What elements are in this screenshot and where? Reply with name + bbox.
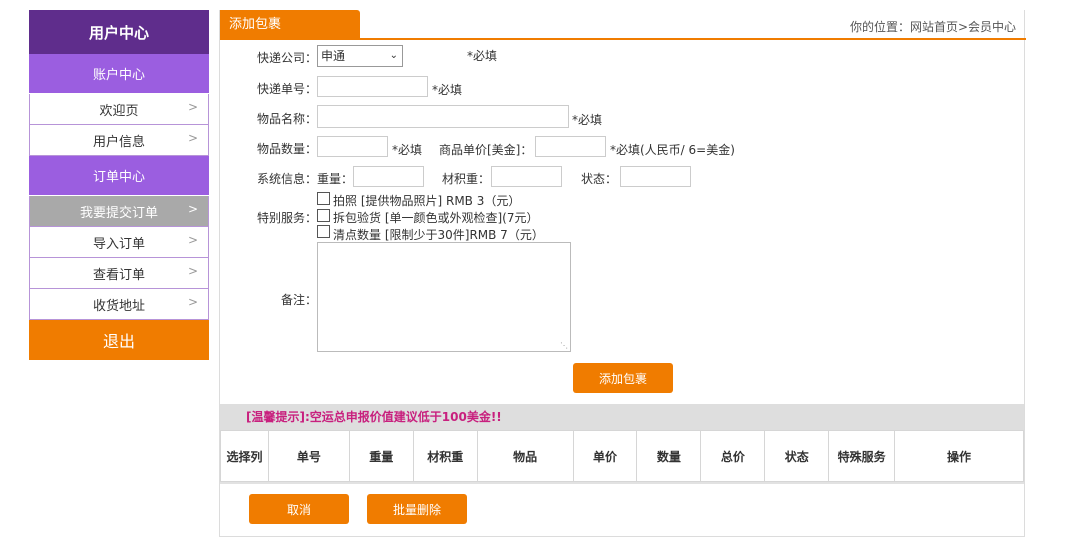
courier-select[interactable]: 申通 ⌄: [317, 45, 403, 67]
col-quantity: 数量: [636, 430, 702, 482]
breadcrumb: 你的位置：网站首页>会员中心: [849, 20, 1016, 34]
item-name-label: 物品名称：: [257, 112, 318, 126]
sidebar-item-label: 我要提交订单: [79, 205, 158, 221]
sidebar: 用户中心 账户中心 欢迎页 > 用户信息 > 订单中心 我要提交订单 > 导入订…: [29, 10, 209, 360]
notice-banner: [温馨提示]:空运总申报价值建议低于100美金!!: [220, 404, 1024, 430]
quantity-required: *必填: [392, 143, 423, 157]
service-photo-checkbox[interactable]: [317, 192, 330, 205]
col-tracking: 单号: [267, 430, 350, 482]
table-header-row: 选择列 单号 重量 材积重 物品 单价 数量 总价 状态 特殊服务 操作: [220, 430, 1024, 482]
sidebar-item-label: 导入订单: [92, 236, 145, 252]
sidebar-item-submit-order[interactable]: 我要提交订单 >: [29, 196, 209, 227]
status-input[interactable]: [620, 166, 691, 187]
sidebar-title: 用户中心: [29, 10, 209, 54]
col-status: 状态: [764, 430, 830, 482]
main-panel: 添加包裹 你的位置：网站首页>会员中心 快递公司： 申通 ⌄ *必填 快递单号：…: [219, 10, 1026, 537]
tab-add-package[interactable]: 添加包裹: [220, 10, 360, 40]
weight-input[interactable]: [353, 166, 424, 187]
sidebar-section-orders[interactable]: 订单中心: [29, 156, 209, 196]
col-volume-weight: 材积重: [412, 430, 478, 482]
quantity-input[interactable]: [317, 136, 388, 157]
chevron-right-icon: >: [187, 202, 198, 216]
sidebar-item-import-orders[interactable]: 导入订单 >: [29, 227, 209, 258]
courier-select-value: 申通: [321, 49, 346, 63]
col-special-service: 特殊服务: [828, 430, 896, 482]
sidebar-item-addresses[interactable]: 收货地址 >: [29, 289, 209, 320]
chevron-right-icon: >: [187, 295, 198, 309]
sidebar-item-label: 查看订单: [92, 267, 145, 283]
service-inspect-label: 拆包验货 [单一颜色或外观检查](7元）: [333, 211, 539, 225]
package-table: 选择列 单号 重量 材积重 物品 单价 数量 总价 状态 特殊服务 操作: [220, 430, 1024, 482]
service-count-checkbox[interactable]: [317, 225, 330, 238]
item-name-required: *必填: [572, 113, 603, 127]
tab-bar: 添加包裹 你的位置：网站首页>会员中心: [220, 10, 1026, 40]
cancel-button[interactable]: 取消: [249, 494, 349, 524]
col-select: 选择列: [220, 430, 269, 482]
system-info-label: 系统信息：: [257, 172, 318, 186]
special-services-label: 特别服务：: [257, 211, 318, 225]
sidebar-item-label: 用户信息: [92, 134, 145, 150]
sidebar-item-welcome[interactable]: 欢迎页 >: [29, 94, 209, 125]
sidebar-item-view-orders[interactable]: 查看订单 >: [29, 258, 209, 289]
resize-handle-icon[interactable]: ⋱: [560, 341, 568, 350]
unit-price-label: 商品单价[美金]：: [439, 143, 533, 157]
sidebar-item-label: 收货地址: [92, 298, 145, 314]
tracking-required: *必填: [432, 83, 463, 97]
tracking-label: 快递单号：: [257, 82, 318, 96]
unit-price-input[interactable]: [535, 136, 606, 157]
chevron-right-icon: >: [187, 100, 198, 114]
col-item: 物品: [476, 430, 574, 482]
service-count-label: 清点数量 [限制少于30件]RMB 7（元）: [333, 228, 544, 242]
volume-weight-label: 材积重：: [442, 172, 491, 186]
service-inspect-checkbox[interactable]: [317, 209, 330, 222]
chevron-right-icon: >: [187, 264, 198, 278]
courier-label: 快递公司：: [257, 51, 318, 65]
table-divider: [220, 482, 1024, 484]
item-name-input[interactable]: [317, 105, 569, 128]
remark-label: 备注：: [281, 293, 318, 307]
logout-button[interactable]: 退出: [29, 320, 209, 360]
weight-label: 重量：: [317, 172, 354, 186]
courier-required: *必填: [467, 49, 498, 63]
chevron-down-icon: ⌄: [389, 50, 398, 61]
service-photo-label: 拍照 [提供物品照片] RMB 3（元）: [333, 194, 521, 208]
sidebar-item-user-info[interactable]: 用户信息 >: [29, 125, 209, 156]
col-weight: 重量: [348, 430, 414, 482]
chevron-right-icon: >: [187, 233, 198, 247]
batch-delete-button[interactable]: 批量删除: [367, 494, 467, 524]
chevron-right-icon: >: [187, 131, 198, 145]
status-label: 状态：: [581, 172, 618, 186]
col-unit-price: 单价: [572, 430, 638, 482]
tracking-input[interactable]: [317, 76, 428, 97]
sidebar-item-label: 欢迎页: [99, 103, 139, 119]
unit-price-required: *必填(人民币/ 6=美金): [610, 143, 735, 157]
add-package-button[interactable]: 添加包裹: [573, 363, 673, 393]
quantity-label: 物品数量：: [257, 142, 318, 156]
col-total: 总价: [700, 430, 766, 482]
volume-weight-input[interactable]: [491, 166, 562, 187]
sidebar-section-account[interactable]: 账户中心: [29, 54, 209, 94]
col-actions: 操作: [894, 430, 1024, 482]
remark-textarea[interactable]: ⋱: [317, 242, 571, 352]
